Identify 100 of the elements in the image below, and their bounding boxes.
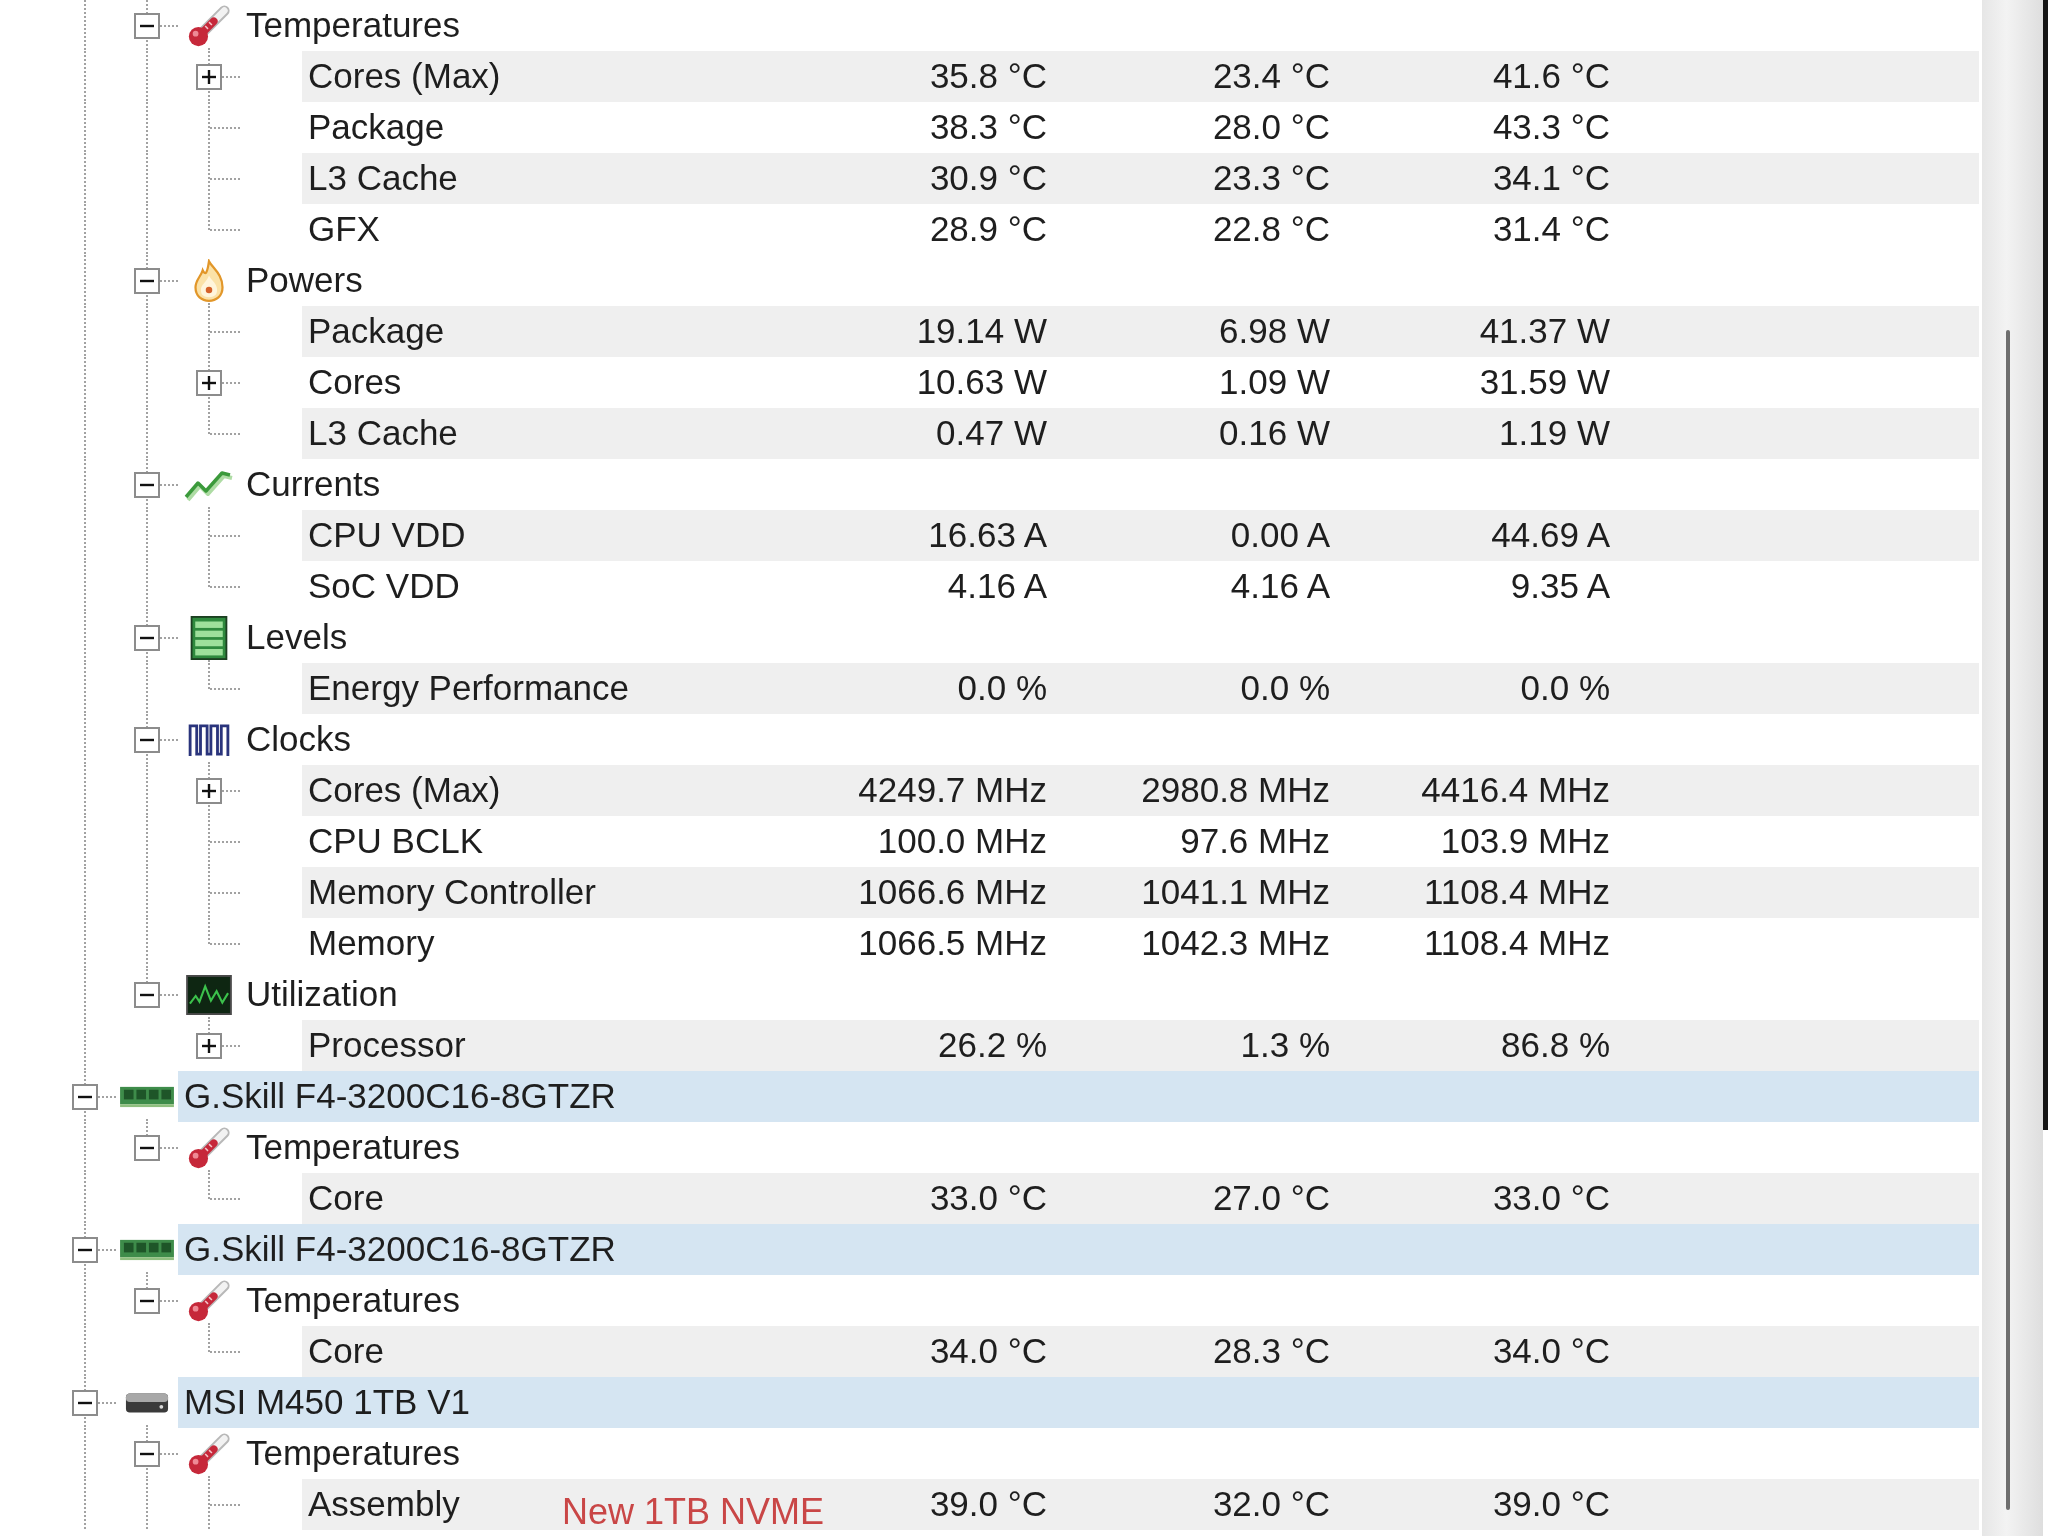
thermometer-icon [186, 2, 232, 49]
collapse-toggle[interactable] [134, 1440, 160, 1467]
memory-module-icon [120, 1237, 174, 1262]
sensor-label: CPU VDD [308, 515, 466, 556]
collapse-toggle[interactable] [72, 1389, 98, 1416]
sensor-value: 41.6 °C [1492, 56, 1610, 97]
sensor-value: 19.14 W [916, 311, 1047, 352]
collapse-toggle[interactable] [134, 624, 160, 651]
plus-icon [202, 69, 216, 84]
sensor-row[interactable]: Cores (Max) 35.8 °C 23.4 °C 41.6 °C [302, 51, 1979, 102]
expand-toggle[interactable] [196, 777, 222, 804]
sensor-value: 9.35 A [1510, 566, 1610, 607]
collapse-toggle[interactable] [134, 726, 160, 753]
sensor-row[interactable]: CPU VDD 16.63 A 0.00 A 44.69 A [302, 510, 1979, 561]
drive-icon [125, 1390, 169, 1415]
sensor-row[interactable]: Core 34.0 °C 28.3 °C 34.0 °C [302, 1326, 1979, 1377]
sensor-row[interactable]: Memory Controller 1066.6 MHz 1041.1 MHz 1108.4 MHz [302, 867, 1979, 918]
sensor-value: 34.0 °C [1492, 1331, 1610, 1372]
sensor-value: 23.3 °C [1212, 158, 1330, 199]
collapse-toggle[interactable] [134, 1134, 160, 1161]
sensor-value: 100.0 MHz [877, 821, 1047, 862]
sensor-value: 0.0 % [1520, 668, 1610, 709]
sensor-label: Cores (Max) [308, 770, 501, 811]
sensor-value: 103.9 MHz [1440, 821, 1610, 862]
sensor-value: 1.19 W [1499, 413, 1610, 454]
sensor-value: 6.98 W [1219, 311, 1330, 352]
expand-toggle[interactable] [196, 1032, 222, 1059]
stacked-bars-icon [190, 615, 228, 660]
sensor-value: 1.09 W [1219, 362, 1330, 403]
sensor-label: CPU BCLK [308, 821, 484, 862]
square-wave-icon [188, 722, 230, 757]
collapse-toggle[interactable] [134, 12, 160, 39]
sensor-value: 32.0 °C [1212, 1484, 1330, 1525]
tree-line [208, 816, 240, 867]
sensor-row[interactable]: L3 Cache 0.47 W 0.16 W 1.19 W [302, 408, 1979, 459]
sensor-row[interactable]: Processor 26.2 % 1.3 % 86.8 % [302, 1020, 1979, 1071]
scrollbar[interactable] [1982, 0, 2043, 1536]
collapse-toggle[interactable] [72, 1236, 98, 1263]
sensor-value: 86.8 % [1501, 1025, 1610, 1066]
sensor-label: GFX [308, 209, 380, 250]
collapse-toggle[interactable] [134, 981, 160, 1008]
sensor-value: 23.4 °C [1212, 56, 1330, 97]
sensor-value: 1041.1 MHz [1141, 872, 1330, 913]
sensor-value: 1108.4 MHz [1423, 923, 1610, 964]
sensor-label: Core [308, 1178, 384, 1219]
scrollbar-thumb[interactable] [2006, 330, 2010, 1510]
sensor-value: 1066.6 MHz [858, 872, 1047, 913]
flame-icon [191, 258, 227, 303]
sensor-value: 39.0 °C [1492, 1484, 1610, 1525]
sensor-value: 4.16 A [947, 566, 1047, 607]
group-label: Clocks [246, 719, 352, 760]
collapse-toggle[interactable] [134, 471, 160, 498]
sensor-value: 4249.7 MHz [858, 770, 1047, 811]
sensor-row[interactable]: Core 33.0 °C 27.0 °C 33.0 °C [302, 1173, 1979, 1224]
sensor-value: 28.3 °C [1212, 1331, 1330, 1372]
sensor-row[interactable]: Energy Performance 0.0 % 0.0 % 0.0 % [302, 663, 1979, 714]
sensor-value: 0.00 A [1230, 515, 1330, 556]
sensor-row[interactable]: Package 19.14 W 6.98 W 41.37 W [302, 306, 1979, 357]
sensor-value: 4.16 A [1230, 566, 1330, 607]
thermometer-icon [186, 1277, 232, 1324]
device-row[interactable]: G.Skill F4-3200C16-8GTZR [178, 1224, 1979, 1275]
sensor-row[interactable]: Cores (Max) 4249.7 MHz 2980.8 MHz 4416.4 MHz [302, 765, 1979, 816]
sensor-value: 0.16 W [1219, 413, 1330, 454]
sensor-value: 41.37 W [1479, 311, 1610, 352]
tree-line [208, 102, 240, 153]
plus-icon [202, 783, 216, 798]
sensor-value: 1066.5 MHz [858, 923, 1047, 964]
sensor-value: 44.69 A [1491, 515, 1610, 556]
sensor-value: 22.8 °C [1212, 209, 1330, 250]
sensor-value: 0.47 W [936, 413, 1047, 454]
sensor-row[interactable]: L3 Cache 30.9 °C 23.3 °C 34.1 °C [302, 153, 1979, 204]
sensor-label: Cores (Max) [308, 56, 501, 97]
device-row[interactable]: G.Skill F4-3200C16-8GTZR [178, 1071, 1979, 1122]
sensor-value: 4416.4 MHz [1421, 770, 1610, 811]
sensor-value: 1108.4 MHz [1423, 872, 1610, 913]
sensor-value: 34.0 °C [929, 1331, 1047, 1372]
collapse-toggle[interactable] [134, 1287, 160, 1314]
collapse-toggle[interactable] [72, 1083, 98, 1110]
group-label: Temperatures [246, 1280, 460, 1321]
sensor-value: 16.63 A [928, 515, 1047, 556]
sensor-value: 2980.8 MHz [1141, 770, 1330, 811]
group-label: Currents [246, 464, 381, 505]
sensor-label: Memory [308, 923, 435, 964]
sensor-value: 31.4 °C [1492, 209, 1610, 250]
sensor-value: 28.0 °C [1212, 107, 1330, 148]
sensor-value: 33.0 °C [929, 1178, 1047, 1219]
group-label: Temperatures [246, 5, 460, 46]
annotation-text: New 1TB NVME [562, 1494, 825, 1530]
device-row[interactable]: MSI M450 1TB V1 [178, 1377, 1979, 1428]
thermometer-icon [186, 1430, 232, 1477]
sensor-label: SoC VDD [308, 566, 460, 607]
group-label: Levels [246, 617, 348, 658]
collapse-toggle[interactable] [134, 267, 160, 294]
sensor-label: Cores [308, 362, 402, 403]
sensor-label: L3 Cache [308, 158, 458, 199]
sensor-value: 10.63 W [916, 362, 1047, 403]
expand-toggle[interactable] [196, 369, 222, 396]
sensor-value: 97.6 MHz [1180, 821, 1330, 862]
group-label: Utilization [246, 974, 398, 1015]
expand-toggle[interactable] [196, 63, 222, 90]
